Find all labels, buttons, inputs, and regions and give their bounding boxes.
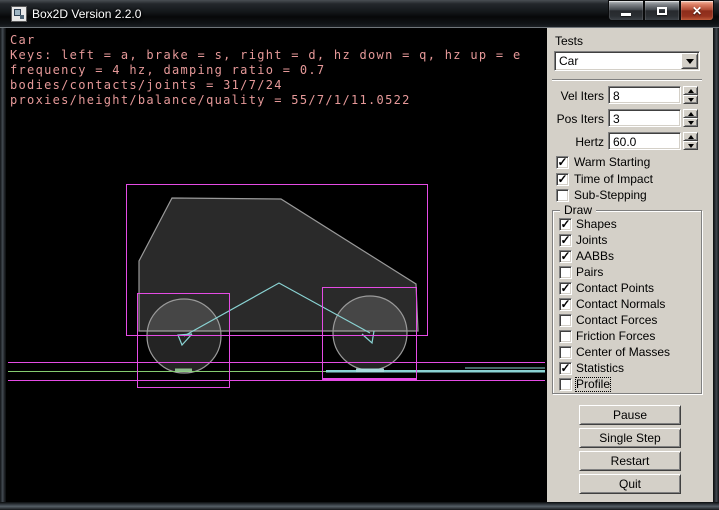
statistics-label[interactable]: Statistics: [576, 362, 624, 375]
hud-frequency: frequency = 4 hz, damping ratio = 0.7: [10, 63, 521, 78]
titlebar[interactable]: Box2D Version 2.2.0 ✕: [0, 0, 719, 28]
aabbs-checkbox[interactable]: ✓: [559, 250, 572, 263]
close-button[interactable]: ✕: [680, 0, 714, 21]
draw-groupbox-title: Draw: [560, 203, 596, 217]
close-icon: ✕: [692, 5, 702, 17]
aabbs-label[interactable]: AABBs: [576, 250, 614, 263]
time-of-impact-checkbox[interactable]: ✓: [556, 173, 569, 186]
control-panel: Tests Car Vel Iters Pos Iters Hertz ✓: [547, 28, 713, 502]
vel-iters-label: Vel Iters: [547, 89, 604, 103]
hud-text: Car Keys: left = a, brake = s, right = d…: [10, 33, 521, 108]
contact-point-marker-left: [175, 369, 192, 372]
test-dropdown-button[interactable]: [681, 53, 698, 69]
shapes-label[interactable]: Shapes: [576, 218, 617, 231]
pos-iters-input[interactable]: [608, 109, 681, 127]
minimize-button[interactable]: [608, 0, 644, 21]
minimize-icon: [621, 13, 631, 16]
warm-starting-checkbox[interactable]: ✓: [556, 156, 569, 169]
separator: [552, 79, 702, 81]
quit-button[interactable]: Quit: [579, 474, 681, 494]
pairs-label[interactable]: Pairs: [576, 266, 603, 279]
warm-starting-label[interactable]: Warm Starting: [574, 156, 650, 169]
contact-normals-checkbox[interactable]: ✓: [559, 298, 572, 311]
shapes-checkbox[interactable]: ✓: [559, 218, 572, 231]
hud-proxy-stats: proxies/height/balance/quality = 55/7/1/…: [10, 93, 521, 108]
vel-iters-spin-up[interactable]: [683, 86, 698, 95]
vel-iters-spin-down[interactable]: [683, 95, 698, 104]
pos-iters-spin-down[interactable]: [683, 118, 698, 127]
joints-checkbox[interactable]: ✓: [559, 234, 572, 247]
center-of-masses-label[interactable]: Center of Masses: [576, 346, 670, 359]
hertz-label: Hertz: [547, 135, 604, 149]
hud-test-name: Car: [10, 33, 521, 48]
test-dropdown[interactable]: Car: [554, 51, 700, 71]
friction-forces-label[interactable]: Friction Forces: [576, 330, 655, 343]
hertz-spin-down[interactable]: [683, 141, 698, 150]
chevron-down-icon: [686, 59, 694, 64]
vel-iters-spinner: [683, 86, 698, 104]
statistics-checkbox[interactable]: ✓: [559, 362, 572, 375]
maximize-button[interactable]: [644, 0, 680, 21]
app-icon-pane2: [20, 15, 24, 19]
contact-points-label[interactable]: Contact Points: [576, 282, 654, 295]
window-title: Box2D Version 2.2.0: [32, 7, 141, 21]
time-of-impact-label[interactable]: Time of Impact: [574, 173, 653, 186]
spinner-down-icon: [688, 144, 694, 148]
center-of-masses-checkbox[interactable]: [559, 346, 572, 359]
single-step-button[interactable]: Single Step: [579, 428, 681, 448]
vel-iters-input[interactable]: [608, 86, 681, 104]
restart-button[interactable]: Restart: [579, 451, 681, 471]
profile-checkbox[interactable]: [559, 378, 572, 391]
sub-stepping-label[interactable]: Sub-Stepping: [574, 189, 647, 202]
spinner-up-icon: [688, 112, 694, 116]
pos-iters-spin-up[interactable]: [683, 109, 698, 118]
spinner-down-icon: [688, 121, 694, 125]
hud-keys: Keys: left = a, brake = s, right = d, hz…: [10, 48, 521, 63]
physics-canvas[interactable]: Car Keys: left = a, brake = s, right = d…: [6, 28, 547, 502]
app-window: Box2D Version 2.2.0 ✕: [0, 0, 719, 510]
profile-label[interactable]: Profile: [576, 378, 610, 391]
hud-body-counts: bodies/contacts/joints = 31/7/24: [10, 78, 521, 93]
contact-forces-checkbox[interactable]: [559, 314, 572, 327]
contact-points-checkbox[interactable]: ✓: [559, 282, 572, 295]
app-icon: [11, 6, 27, 22]
hertz-spinner: [683, 132, 698, 150]
spinner-up-icon: [688, 135, 694, 139]
sub-stepping-checkbox[interactable]: [556, 189, 569, 202]
window-border-bottom: [0, 502, 719, 510]
spinner-up-icon: [688, 89, 694, 93]
joints-label[interactable]: Joints: [576, 234, 607, 247]
hertz-input[interactable]: [608, 132, 681, 150]
pos-iters-label: Pos Iters: [547, 112, 604, 126]
test-dropdown-value: Car: [559, 54, 578, 68]
pause-button[interactable]: Pause: [579, 405, 681, 425]
contact-normals-label[interactable]: Contact Normals: [576, 298, 665, 311]
hertz-spin-up[interactable]: [683, 132, 698, 141]
friction-forces-checkbox[interactable]: [559, 330, 572, 343]
contact-point-marker-right: [356, 369, 384, 373]
pos-iters-spinner: [683, 109, 698, 127]
spinner-down-icon: [688, 98, 694, 102]
tests-label: Tests: [555, 34, 583, 48]
window-border-right: [713, 28, 719, 502]
maximize-icon: [657, 7, 667, 15]
pairs-checkbox[interactable]: [559, 266, 572, 279]
contact-forces-label[interactable]: Contact Forces: [576, 314, 657, 327]
